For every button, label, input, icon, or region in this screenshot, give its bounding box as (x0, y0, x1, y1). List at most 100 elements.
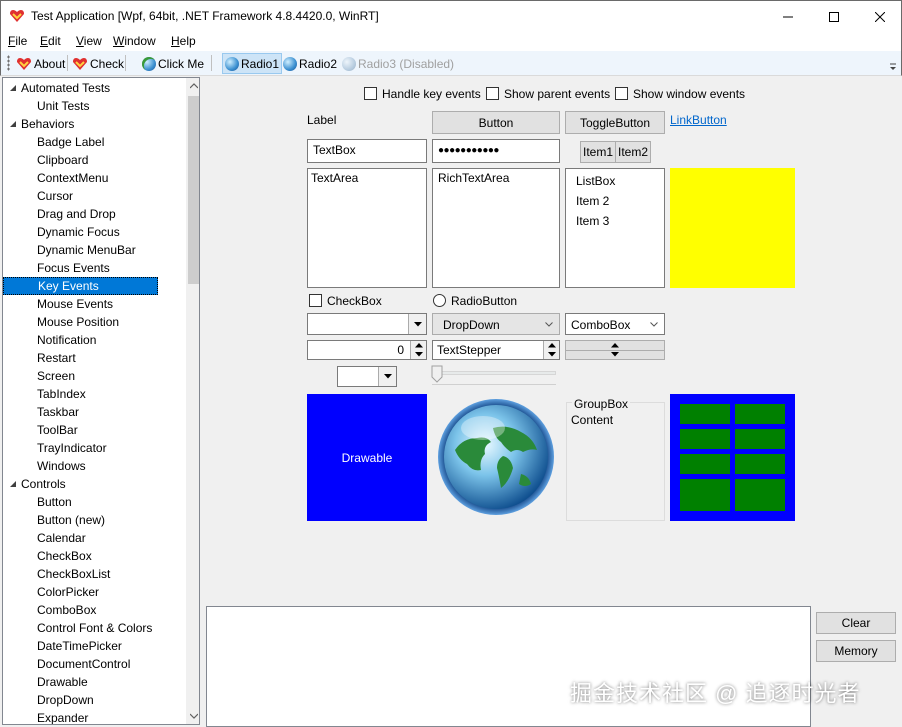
drawable[interactable]: Drawable (307, 394, 427, 521)
tree-item[interactable]: Drawable (37, 673, 88, 691)
radio2-button[interactable]: Radio2 (281, 53, 339, 74)
menu-help[interactable]: Help (171, 34, 196, 48)
tree-item[interactable]: Calendar (37, 529, 86, 547)
combobox-arrow-button[interactable] (408, 314, 426, 334)
sample-button[interactable]: Button (432, 111, 560, 134)
tree-item[interactable]: Key Events (3, 277, 158, 295)
menu-edit[interactable]: Edit (40, 34, 61, 48)
tree-item[interactable]: DocumentControl (37, 655, 130, 673)
stepper[interactable] (565, 340, 665, 360)
segment-item2[interactable]: Item2 (616, 142, 650, 162)
show-parent-events-checkbox[interactable] (486, 87, 499, 100)
tree-item[interactable]: Button (37, 493, 72, 511)
tree-item[interactable]: Mouse Position (37, 313, 119, 331)
segment-item1[interactable]: Item1 (581, 142, 616, 162)
rich-textarea[interactable]: RichTextArea (432, 168, 560, 288)
spin-up-icon[interactable] (548, 343, 556, 348)
text-stepper-spin-buttons[interactable] (543, 341, 559, 359)
spin-down-icon[interactable] (611, 352, 619, 357)
check-button[interactable]: Check (70, 53, 126, 74)
tree-item[interactable]: TabIndex (37, 385, 86, 403)
link-button[interactable]: LinkButton (670, 113, 727, 127)
tree-item[interactable]: Restart (37, 349, 76, 367)
slider-track[interactable] (432, 371, 556, 375)
slider-thumb[interactable] (431, 365, 443, 383)
list-item[interactable]: Item 3 (576, 214, 609, 228)
sample-textbox[interactable]: TextBox (307, 139, 427, 163)
text-stepper[interactable]: TextStepper (432, 340, 560, 360)
tree-item[interactable]: Unit Tests (37, 97, 89, 115)
tree-item[interactable]: Taskbar (37, 403, 79, 421)
spin-down-icon[interactable] (415, 352, 423, 357)
tree-item[interactable]: Dynamic Focus (37, 223, 120, 241)
click-me-button[interactable]: Click Me (140, 53, 206, 74)
tree-item[interactable]: Mouse Events (37, 295, 113, 313)
editable-combobox[interactable] (307, 313, 427, 335)
toggle-button[interactable]: ToggleButton (565, 111, 665, 134)
tree-item[interactable]: Cursor (37, 187, 73, 205)
menu-file[interactable]: File (8, 34, 27, 48)
tree-item[interactable]: DateTimePicker (37, 637, 122, 655)
scroll-down-icon[interactable] (190, 713, 198, 719)
tree-item[interactable]: Focus Events (37, 259, 110, 277)
color-picker-arrow[interactable] (378, 367, 396, 386)
tree-item[interactable]: Expander (37, 709, 88, 724)
tree-item[interactable]: Button (new) (37, 511, 105, 529)
combobox[interactable]: ComboBox (565, 313, 665, 335)
radio1-button[interactable]: Radio1 (222, 53, 283, 74)
handle-key-events-checkbox[interactable] (364, 87, 377, 100)
numeric-stepper[interactable]: 0 (307, 340, 427, 360)
color-picker[interactable] (337, 366, 397, 387)
list-item[interactable]: ListBox (576, 174, 615, 188)
sample-checkbox[interactable] (309, 294, 322, 307)
tree-item[interactable]: Behaviors (21, 115, 74, 133)
list-item[interactable]: Item 2 (576, 194, 609, 208)
tree-item[interactable]: Clipboard (37, 151, 88, 169)
tree-item[interactable]: Badge Label (37, 133, 104, 151)
tree-item[interactable]: ToolBar (37, 421, 78, 439)
spin-up-icon[interactable] (415, 343, 423, 348)
menu-window[interactable]: Window (113, 34, 156, 48)
sample-radiobutton[interactable] (433, 294, 446, 307)
tree-scrollbar[interactable] (186, 78, 199, 724)
tree-expander-icon[interactable] (9, 115, 19, 133)
tree-item[interactable]: Dynamic MenuBar (37, 241, 136, 259)
tree-item[interactable]: Windows (37, 457, 86, 475)
spin-down-icon[interactable] (548, 352, 556, 357)
tree-item[interactable]: Automated Tests (21, 79, 110, 97)
dropdown[interactable]: DropDown (432, 313, 560, 335)
numeric-spin-buttons[interactable] (410, 341, 426, 359)
tree-item[interactable]: Screen (37, 367, 75, 385)
tree-item[interactable]: ColorPicker (37, 583, 99, 601)
memory-button[interactable]: Memory (816, 640, 896, 662)
tree-item[interactable]: Controls (21, 475, 66, 493)
tree-item[interactable]: ContextMenu (37, 169, 108, 187)
tree-item[interactable]: ComboBox (37, 601, 96, 619)
password-box[interactable]: ●●●●●●●●●●● (432, 139, 560, 163)
tree-item[interactable]: Control Font & Colors (37, 619, 152, 637)
tree-item[interactable]: TrayIndicator (37, 439, 107, 457)
event-log-textarea[interactable] (206, 606, 811, 727)
toolbar-grip[interactable] (7, 55, 10, 71)
scrollbar-thumb[interactable] (188, 96, 199, 284)
tree-item[interactable]: Drag and Drop (37, 205, 116, 223)
minimize-button[interactable] (765, 1, 811, 32)
scroll-up-icon[interactable] (190, 83, 198, 89)
tree-item[interactable]: CheckBox (37, 547, 92, 565)
tree-item[interactable]: CheckBoxList (37, 565, 110, 583)
tree-expander-icon[interactable] (9, 79, 19, 97)
spin-up-icon[interactable] (611, 343, 619, 348)
menu-view[interactable]: View (76, 34, 102, 48)
sample-listbox[interactable]: ListBox Item 2 Item 3 (565, 168, 665, 288)
about-button[interactable]: About (14, 53, 67, 74)
close-button[interactable] (857, 1, 902, 32)
sample-textarea[interactable]: TextArea (307, 168, 427, 288)
clear-button[interactable]: Clear (816, 612, 896, 634)
navigation-tree[interactable]: Automated Tests Unit Tests Behaviors Badge … (2, 77, 200, 725)
tree-item[interactable]: DropDown (37, 691, 94, 709)
tree-expander-icon[interactable] (9, 475, 19, 493)
show-window-events-checkbox[interactable] (615, 87, 628, 100)
maximize-button[interactable] (811, 1, 857, 32)
toolbar-overflow-icon[interactable] (889, 63, 897, 71)
tree-item[interactable]: Notification (37, 331, 96, 349)
